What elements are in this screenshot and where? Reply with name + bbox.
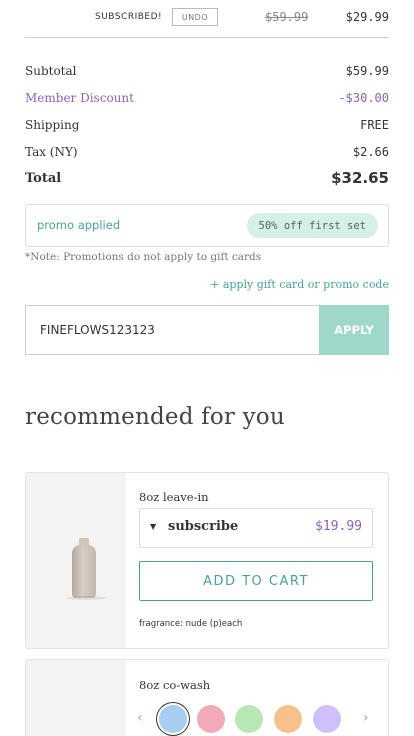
product-image	[26, 660, 126, 736]
discount-row: Member Discount -$30.00	[25, 88, 389, 108]
apply-promo-link[interactable]: + apply gift card or promo code	[210, 278, 389, 291]
swatch-orange[interactable]	[274, 705, 302, 733]
product-card: 8oz leave-in ▼ subscribe $19.99 ADD TO C…	[25, 472, 389, 649]
shipping-label: Shipping	[25, 118, 80, 132]
subtotal-label: Subtotal	[25, 64, 77, 78]
original-price: $59.99	[265, 10, 309, 24]
swatch-blue[interactable]	[159, 705, 187, 733]
fragrance-label: fragrance: nude (p)each	[139, 619, 243, 629]
shipping-row: Shipping FREE	[25, 115, 389, 135]
subscribed-label: SUBSCRIBED!	[95, 12, 163, 22]
subscribe-option-label: subscribe	[168, 519, 239, 534]
promo-code-input[interactable]	[25, 305, 319, 355]
recommended-heading: recommended for you	[25, 404, 285, 430]
subscribe-select[interactable]: ▼ subscribe $19.99	[139, 508, 373, 548]
product-card: 8oz co-wash ‹ ›	[25, 659, 389, 736]
discount-label: Member Discount	[25, 91, 134, 105]
discount-value: -$30.00	[338, 91, 389, 105]
chevron-down-icon: ▼	[150, 522, 157, 531]
subscription-row: SUBSCRIBED! UNDO $59.99 $29.99	[25, 0, 389, 38]
tax-value: $2.66	[352, 145, 389, 159]
total-value: $32.65	[331, 169, 389, 187]
bottle-image	[72, 538, 96, 598]
undo-button[interactable]: UNDO	[172, 8, 218, 26]
shipping-value: FREE	[360, 118, 389, 132]
apply-button[interactable]: APPLY	[319, 305, 389, 355]
chevron-right-icon[interactable]: ›	[363, 710, 369, 726]
tax-label: Tax (NY)	[25, 145, 78, 159]
total-label: Total	[25, 171, 62, 186]
swatch-pink[interactable]	[197, 705, 225, 733]
product-title: 8oz leave-in	[139, 490, 209, 504]
subtotal-row: Subtotal $59.99	[25, 61, 389, 81]
promo-applied-text: promo applied	[37, 218, 121, 232]
promo-applied-box: promo applied 50% off first set	[25, 204, 389, 247]
total-row: Total $32.65	[25, 168, 389, 188]
product-title: 8oz co-wash	[139, 678, 211, 692]
tax-row: Tax (NY) $2.66	[25, 142, 389, 162]
product-price: $19.99	[315, 519, 362, 534]
product-image	[26, 473, 126, 648]
swatch-purple[interactable]	[313, 705, 341, 733]
subtotal-value: $59.99	[345, 64, 389, 78]
add-to-cart-button[interactable]: ADD TO CART	[139, 561, 373, 601]
promo-note: *Note: Promotions do not apply to gift c…	[25, 251, 262, 263]
promo-badge: 50% off first set	[246, 213, 378, 238]
swatch-green[interactable]	[235, 705, 263, 733]
chevron-left-icon[interactable]: ‹	[137, 710, 143, 726]
subscription-price: $29.99	[345, 10, 389, 24]
